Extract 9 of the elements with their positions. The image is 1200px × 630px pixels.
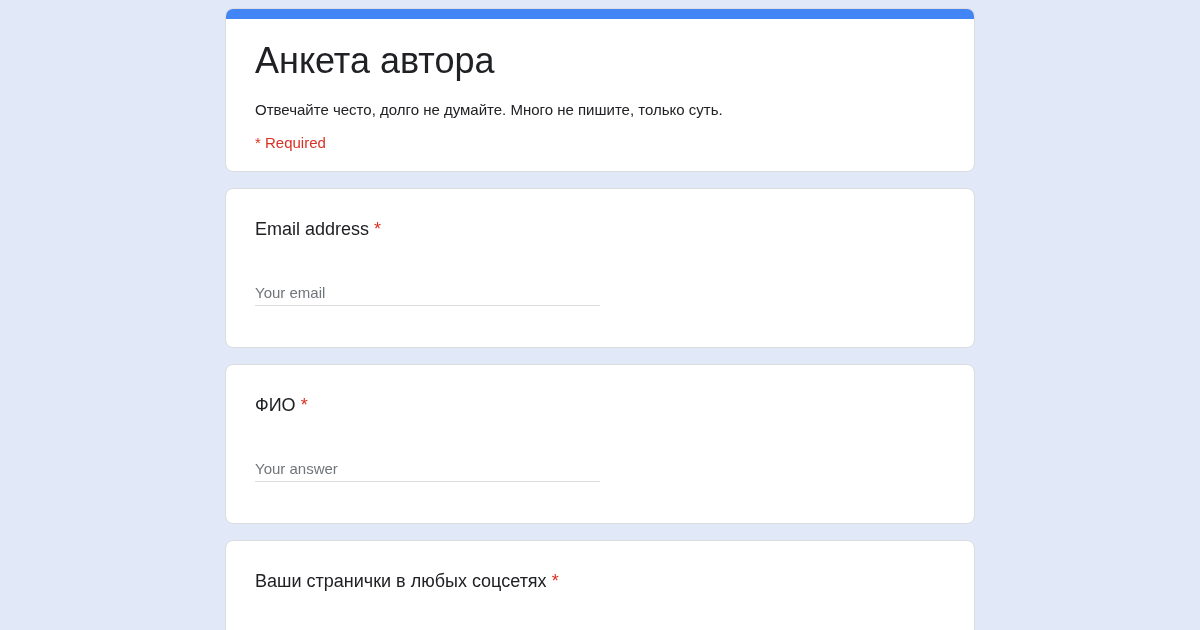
required-asterisk: * [551, 571, 559, 592]
required-asterisk: * [300, 395, 308, 416]
question-label: Ваши странички в любых соцсетях [255, 571, 547, 592]
question-label: ФИО [255, 395, 296, 416]
required-note: * Required [255, 134, 327, 151]
required-asterisk: * [374, 219, 382, 240]
form-title: Анкета автора [255, 39, 496, 83]
question-label: Email address [255, 219, 370, 240]
form-description: Отвечайте често, долго не думайте. Много не пишите, только суть. [255, 101, 724, 118]
